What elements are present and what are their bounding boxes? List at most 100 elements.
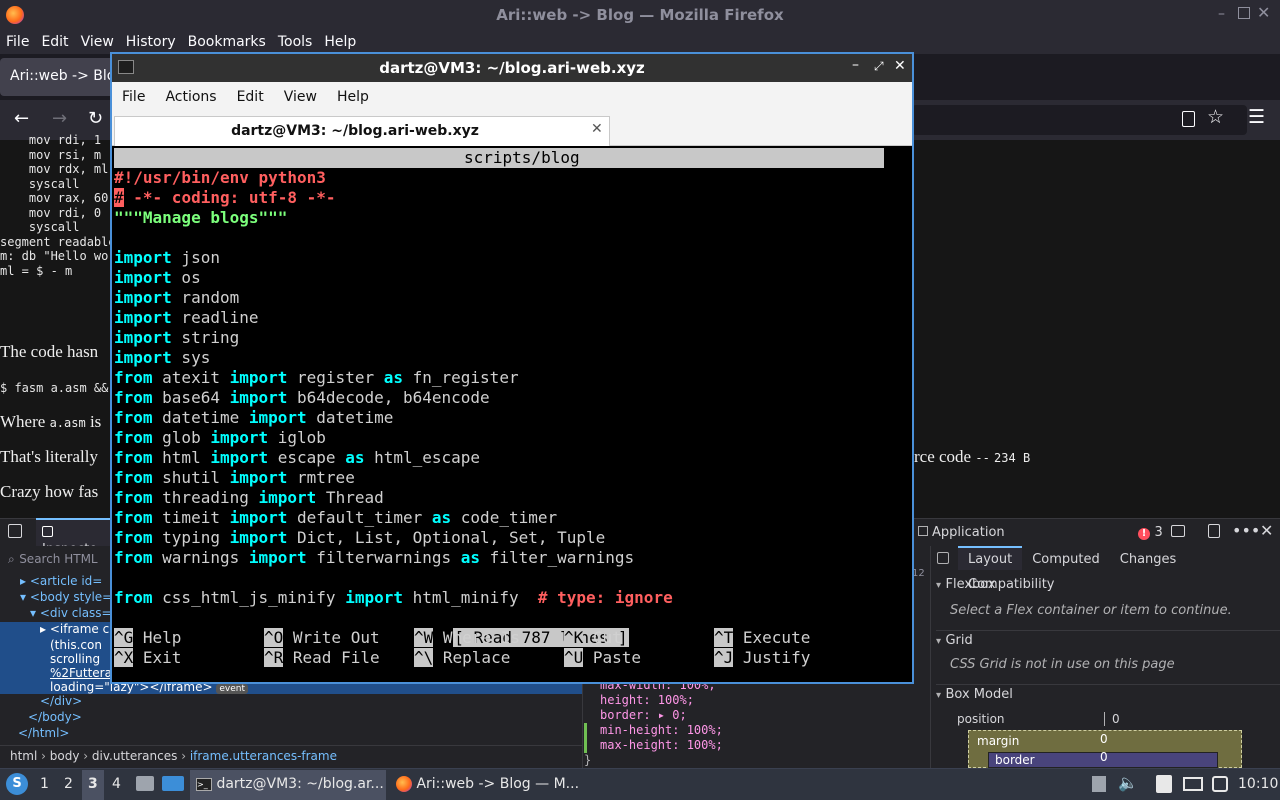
file-manager-icon[interactable] bbox=[136, 776, 154, 791]
url-bar[interactable] bbox=[912, 105, 1247, 135]
breadcrumb-body[interactable]: body bbox=[50, 749, 80, 763]
border-value[interactable]: 0 bbox=[1100, 750, 1108, 764]
inspector-tab[interactable]: Inspecto bbox=[36, 518, 112, 557]
source-tail: rce code bbox=[914, 447, 972, 466]
code-line: import string bbox=[114, 328, 240, 347]
reload-icon[interactable]: ↻ bbox=[88, 108, 103, 129]
menu-tools[interactable]: Tools bbox=[272, 30, 319, 54]
more-options-icon[interactable]: ••• bbox=[1232, 521, 1260, 540]
margin-value[interactable]: 0 bbox=[1100, 732, 1108, 746]
flexbox-section[interactable]: ▾ Flexbox bbox=[936, 576, 996, 592]
terminal-tab[interactable]: dartz@VM3: ~/blog.ari-web.xyz ✕ bbox=[114, 116, 610, 146]
code-line: m: db "Hello wo bbox=[0, 249, 109, 263]
application-icon bbox=[918, 526, 928, 536]
chevron-down-icon: ▾ bbox=[936, 690, 942, 701]
shortcut-help: ^G Help bbox=[114, 628, 182, 647]
tab-changes[interactable]: Changes bbox=[1110, 547, 1187, 572]
window-title: Ari::web -> Blog — Mozilla Firefox bbox=[496, 6, 784, 24]
minimize-icon[interactable]: – bbox=[1218, 6, 1232, 22]
shortcut-justify: ^J Justify bbox=[714, 648, 811, 667]
error-badge[interactable]: ! 3 bbox=[1138, 524, 1163, 540]
code-line: import readline bbox=[114, 308, 259, 327]
volume-icon[interactable]: 🔈 bbox=[1118, 773, 1138, 792]
terminal-tab-close-icon[interactable]: ✕ bbox=[591, 121, 603, 137]
menu-view[interactable]: View bbox=[75, 30, 120, 54]
markup-line[interactable]: </div> bbox=[0, 694, 582, 710]
browser-tab[interactable]: Ari::web -> Blog bbox=[0, 58, 115, 96]
devtools-close-icon[interactable]: ✕ bbox=[1260, 521, 1273, 540]
bookmark-star-icon[interactable]: ☆ bbox=[1207, 106, 1224, 128]
terminal-tab-label: dartz@VM3: ~/blog.ari-web.xyz bbox=[231, 123, 479, 139]
breadcrumb-html[interactable]: html bbox=[10, 749, 37, 763]
terminal-menubar: File Actions Edit View Help bbox=[112, 82, 912, 112]
menu-help[interactable]: Help bbox=[318, 30, 362, 54]
tab-computed[interactable]: Computed bbox=[1022, 547, 1110, 572]
workspace-4[interactable]: 4 bbox=[112, 776, 121, 792]
terminal-titlebar[interactable]: dartz@VM3: ~/blog.ari-web.xyz – ⤢ ✕ bbox=[112, 54, 912, 82]
search-html-field[interactable]: ⌕ Search HTML bbox=[0, 548, 110, 570]
search-icon: ⌕ bbox=[8, 552, 15, 566]
menu-file[interactable]: File bbox=[0, 30, 35, 54]
code-line: from datetime import datetime bbox=[114, 408, 394, 427]
reader-view-icon[interactable] bbox=[1182, 111, 1195, 127]
terminal-menu-file[interactable]: File bbox=[112, 82, 155, 112]
task-firefox[interactable]: Ari::web -> Blog — M... bbox=[392, 770, 582, 800]
tab-layout[interactable]: Layout bbox=[958, 546, 1023, 570]
nano-editor[interactable]: GNU nano 6.2 scripts/blog #!/usr/bin/env… bbox=[114, 148, 910, 682]
markup-line[interactable]: </body> bbox=[0, 710, 582, 726]
workspace-1[interactable]: 1 bbox=[40, 776, 49, 792]
flexbox-heading: Flexbox bbox=[945, 577, 996, 592]
where-tail: is bbox=[89, 412, 102, 431]
restore-icon[interactable] bbox=[1238, 7, 1250, 19]
responsive-icon[interactable] bbox=[1171, 525, 1185, 537]
breadcrumb-div[interactable]: div.utterances bbox=[92, 749, 177, 763]
dock-icon[interactable] bbox=[1208, 524, 1220, 538]
element-picker-icon[interactable] bbox=[8, 524, 22, 538]
back-icon[interactable]: ← bbox=[14, 108, 29, 129]
terminal-menu-edit[interactable]: Edit bbox=[227, 82, 274, 112]
css-decl[interactable]: max-height: 100%; bbox=[584, 738, 723, 753]
power-icon[interactable] bbox=[1212, 776, 1228, 792]
terminal-menu-actions[interactable]: Actions bbox=[155, 82, 226, 112]
breadcrumb-iframe[interactable]: iframe.utterances-frame bbox=[190, 749, 337, 763]
size-value: 234 B bbox=[994, 451, 1031, 465]
menu-history[interactable]: History bbox=[120, 30, 182, 54]
workspace-3[interactable]: 3 bbox=[82, 770, 104, 800]
css-decl[interactable]: border: ▸ 0; bbox=[600, 708, 723, 723]
grid-section[interactable]: ▾ Grid bbox=[936, 630, 1280, 648]
css-decl[interactable]: min-height: 100%; bbox=[584, 723, 723, 738]
terminal-menu-view[interactable]: View bbox=[274, 82, 327, 112]
position-value[interactable]: 0 bbox=[1104, 712, 1120, 726]
css-declarations: max-width: 100%; height: 100%; border: ▸… bbox=[584, 678, 723, 768]
event-badge[interactable]: event bbox=[216, 684, 248, 694]
shortcut-replace: ^\ Replace bbox=[414, 648, 511, 667]
forward-icon[interactable]: → bbox=[52, 108, 67, 129]
task-terminal[interactable]: >_ dartz@VM3: ~/blog.ar... bbox=[190, 770, 386, 800]
sidebar-toggle-icon[interactable] bbox=[937, 552, 949, 564]
desktop-icon[interactable] bbox=[162, 776, 184, 791]
boxmodel-section[interactable]: ▾ Box Model bbox=[936, 684, 1280, 702]
upload-icon[interactable] bbox=[1092, 776, 1106, 792]
display-icon[interactable] bbox=[1183, 777, 1203, 791]
terminal-close-icon[interactable]: ✕ bbox=[894, 58, 906, 74]
css-decl[interactable]: height: 100%; bbox=[600, 693, 723, 708]
markup-line[interactable]: </html> bbox=[0, 726, 582, 742]
workspace-2[interactable]: 2 bbox=[64, 776, 73, 792]
paragraph-where: Where a.asm is bbox=[0, 412, 101, 432]
terminal-minimize-icon[interactable]: – bbox=[852, 57, 859, 73]
size-dash: -- bbox=[975, 451, 990, 465]
app-menu-icon[interactable]: ☰ bbox=[1248, 106, 1265, 128]
terminal-menu-help[interactable]: Help bbox=[327, 82, 379, 112]
terminal-maximize-icon[interactable]: ⤢ bbox=[874, 59, 884, 74]
code-line: from html import escape as html_escape bbox=[114, 448, 481, 467]
start-menu-icon[interactable]: S bbox=[6, 773, 28, 795]
menu-edit[interactable]: Edit bbox=[35, 30, 74, 54]
css-closing-brace: } bbox=[584, 753, 592, 767]
menu-bookmarks[interactable]: Bookmarks bbox=[182, 30, 272, 54]
boxmodel-heading: Box Model bbox=[945, 687, 1013, 702]
close-icon[interactable]: ✕ bbox=[1257, 3, 1270, 22]
code-line: from base64 import b64decode, b64encode bbox=[114, 388, 490, 407]
clipboard-icon[interactable] bbox=[1156, 775, 1172, 793]
application-tab[interactable]: Application bbox=[918, 524, 1005, 540]
clock: 10:10 bbox=[1238, 776, 1279, 792]
